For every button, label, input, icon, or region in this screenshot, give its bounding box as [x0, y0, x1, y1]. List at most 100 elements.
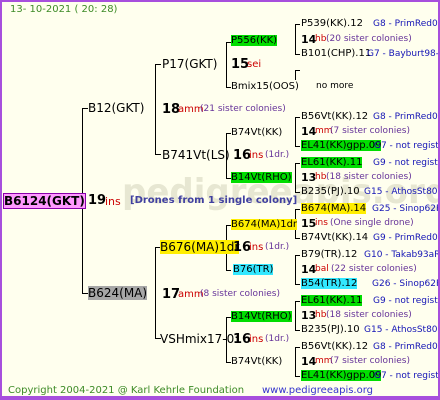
- ancestor-name[interactable]: P539(KK).12: [301, 18, 363, 29]
- sister-note: (18 sister colonies): [326, 172, 412, 182]
- ancestor-name[interactable]: EL61(KK).11: [301, 157, 363, 168]
- mating-note: [Drones from 1 single colony]: [130, 195, 298, 206]
- connector: [226, 270, 231, 271]
- breeding-mark: sei: [247, 59, 262, 70]
- connector: [295, 24, 300, 25]
- queen-ff[interactable]: P17(GKT): [162, 57, 217, 71]
- ancestor-info: G9 - not registe: [373, 296, 440, 306]
- generation-number: 19: [88, 193, 107, 208]
- sister-note: (22 sister colonies): [331, 264, 417, 274]
- queen-fff[interactable]: P556(KK): [231, 35, 278, 46]
- queen-root[interactable]: B6124(GKT): [3, 193, 86, 209]
- breeding-mark: hb: [315, 310, 327, 320]
- ancestor-info: G8 - PrimRed01: [373, 112, 440, 122]
- drone-note: (1dr.): [265, 150, 290, 160]
- ancestor-info: G25 - Sinop62R: [372, 204, 440, 214]
- ancestor-info: G15 - AthosSt80R: [364, 187, 440, 197]
- ancestor-name[interactable]: B54(TR).12: [301, 278, 358, 289]
- queen-fm[interactable]: B741Vt(LS): [162, 148, 230, 162]
- queen-fmf[interactable]: B74Vt(KK): [231, 127, 282, 138]
- queen-mmm[interactable]: B74Vt(KK): [231, 356, 282, 367]
- ancestor-name[interactable]: B235(PJ).10: [301, 324, 360, 335]
- connector: [295, 301, 296, 331]
- ancestor-info: G7 - not registe: [374, 141, 440, 151]
- ancestor-info: G10 - Takab93aR: [364, 250, 440, 260]
- connector: [295, 284, 300, 285]
- site-link[interactable]: www.pedigreeapis.org: [262, 385, 373, 396]
- breeding-mark: ins: [315, 218, 328, 228]
- connector: [295, 54, 300, 55]
- connector: [295, 301, 300, 302]
- connector: [295, 209, 300, 210]
- queen-mfm[interactable]: B76(TR): [233, 264, 274, 275]
- sister-note: (8 sister colonies): [200, 289, 281, 299]
- ancestor-name[interactable]: B74Vt(KK).14: [301, 232, 368, 243]
- connector: [295, 70, 296, 80]
- ancestor-name[interactable]: B235(PJ).10: [301, 186, 360, 197]
- sister-note: (7 sister colonies): [330, 356, 411, 366]
- no-more-label: no more: [316, 81, 354, 91]
- copyright-text: Copyright 2004-2021 @ Karl Kehrle Founda…: [8, 385, 245, 396]
- queen-fmm[interactable]: B14Vt(RHO): [231, 172, 292, 183]
- sister-note: (7 sister colonies): [330, 126, 411, 136]
- ancestor-name[interactable]: B79(TR).12: [301, 249, 357, 260]
- breeding-mark: hb: [315, 34, 327, 44]
- connector: [155, 64, 156, 154]
- breeding-mark: hb: [315, 172, 327, 182]
- ancestor-name[interactable]: B56Vt(KK).12: [301, 341, 368, 352]
- breeding-mark: ins: [249, 150, 264, 161]
- queen-mother[interactable]: B624(MA): [88, 286, 148, 300]
- ancestor-info: G8 - PrimRed01: [373, 19, 440, 29]
- connector: [295, 117, 296, 147]
- sister-note: (18 sister colonies): [326, 310, 412, 320]
- connector: [295, 238, 300, 239]
- ancestor-info: G7 - not registe: [374, 371, 440, 381]
- ancestor-name[interactable]: B101(CHP).11: [301, 48, 371, 59]
- connector: [295, 376, 300, 377]
- breeding-mark: ins: [249, 242, 264, 253]
- ancestor-info: G7 - Bayburt98-3: [367, 49, 440, 59]
- breeding-mark: ins: [249, 334, 264, 345]
- ancestor-info: G26 - Sinop62R: [372, 279, 440, 289]
- connector: [155, 154, 161, 155]
- ancestor-info: G9 - not registe: [373, 158, 440, 168]
- ancestor-name[interactable]: EL61(KK).11: [301, 295, 363, 306]
- date-stamp: 13- 10-2021 ( 20: 28): [10, 4, 118, 15]
- queen-mm[interactable]: VSHmix17-0:: [160, 332, 238, 346]
- ancestor-name[interactable]: EL41(KK)gpp.09: [301, 370, 382, 381]
- connector: [295, 163, 296, 193]
- connector: [226, 42, 227, 88]
- ancestor-info: G9 - PrimRed01: [373, 233, 440, 243]
- connector: [155, 64, 161, 65]
- ancestor-name[interactable]: B56Vt(KK).12: [301, 111, 368, 122]
- ancestor-name[interactable]: B674(MA).14: [301, 203, 367, 214]
- connector: [295, 24, 296, 55]
- sister-note: (20 sister colonies): [326, 34, 412, 44]
- queen-ffm[interactable]: Bmix15(OOS): [231, 81, 299, 92]
- connector: [295, 255, 296, 285]
- queen-mff[interactable]: B674(MA)1dr: [231, 219, 298, 230]
- queen-mmf[interactable]: B14Vt(RHO): [231, 311, 292, 322]
- queen-mf[interactable]: B676(MA)1dr: [160, 240, 240, 254]
- ancestor-name[interactable]: EL41(KK)gpp.09: [301, 140, 382, 151]
- connector: [295, 192, 300, 193]
- connector: [295, 347, 296, 377]
- connector: [295, 330, 300, 331]
- ancestor-info: G15 - AthosSt80R: [364, 325, 440, 335]
- sister-note: (21 sister colonies): [200, 104, 286, 114]
- breeding-mark: bal: [315, 264, 329, 274]
- connector: [155, 247, 156, 339]
- connector: [295, 146, 300, 147]
- drone-note: (1dr.): [265, 242, 290, 252]
- connector: [295, 117, 300, 118]
- queen-father[interactable]: B12(GKT): [88, 101, 144, 115]
- drone-note: (One single drone): [330, 218, 414, 228]
- connector: [295, 70, 300, 71]
- breeding-mark: ins: [105, 195, 121, 208]
- connector: [295, 347, 300, 348]
- pedigree-frame: 13- 10-2021 ( 20: 28) pedigreeapis.org B…: [0, 0, 440, 400]
- connector: [295, 163, 300, 164]
- connector: [295, 255, 300, 256]
- ancestor-info: G8 - PrimRed01: [373, 342, 440, 352]
- drone-note: (1dr.): [265, 334, 290, 344]
